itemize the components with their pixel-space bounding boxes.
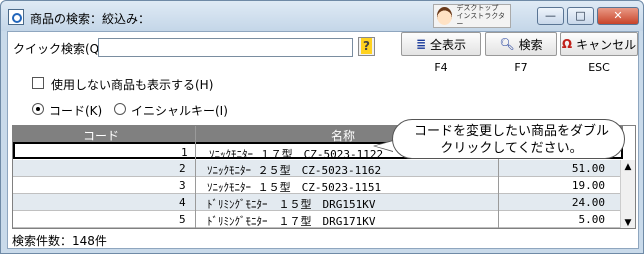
table-row[interactable]: 2 ｿﾆｯｸﾓﾆﾀｰ ２５型 CZ-5023-1162 51.00 [13,160,623,177]
badge-line-2: インストラクター [456,12,506,28]
vertical-scrollbar[interactable]: ▲ ▼ [620,160,635,228]
scroll-down-icon[interactable]: ▼ [621,216,635,228]
show-unused-checkbox[interactable] [32,77,44,89]
cancel-key: ESC [588,61,610,74]
cancel-icon: Ω [561,37,573,51]
list-icon: ≣ [415,37,427,51]
row-name: ﾄﾞﾘﾐﾝｸﾞﾓﾆﾀｰ １７型 DRG171KV [207,215,376,228]
instructor-badge: デスクトップ インストラクター [433,4,511,28]
window-title: 商品の検索：絞込み： [30,12,151,26]
quick-search-label: クイック検索(Q) [13,42,104,56]
table-row[interactable]: 4 ﾄﾞﾘﾐﾝｸﾞﾓﾆﾀｰ １５型 DRG151KV 24.00 [13,194,623,211]
row-code: 5 [179,213,186,226]
maximize-button[interactable]: □ [567,7,594,25]
row-value: 24.00 [571,196,605,209]
row-name: ｿﾆｯｸﾓﾆﾀｰ ２５型 CZ-5023-1162 [207,164,382,177]
row-code: 3 [179,179,186,192]
show-all-label: 全表示 [430,37,467,52]
radio-initial-label: イニシャルキー(I) [131,104,228,118]
row-value: 5.00 [578,213,606,226]
radio-code[interactable] [32,103,44,115]
search-button[interactable]: 🔍︎ 検索 [485,32,557,56]
row-code: 1 [181,146,188,159]
row-value: 19.00 [571,179,605,192]
show-unused-label: 使用しない商品も表示する(H) [51,78,214,92]
row-name: ﾄﾞﾘﾐﾝｸﾞﾓﾆﾀｰ １５型 DRG151KV [207,198,376,211]
badge-line-1: デスクトップ [456,4,499,12]
row-name: ｿﾆｯｸﾓﾆﾀｰ １５型 CZ-5023-1151 [207,181,382,194]
instruction-callout: コードを変更したい商品をダブルクリックしてください。 [392,119,625,159]
cancel-label: キャンセル [576,37,637,52]
table-row[interactable]: 5 ﾄﾞﾘﾐﾝｸﾞﾓﾆﾀｰ １７型 DRG171KV 5.00 [13,211,623,228]
radio-initial[interactable] [114,103,126,115]
show-all-button[interactable]: ≣ 全表示 [401,32,481,56]
search-label: 検索 [518,37,543,52]
row-value: 51.00 [571,162,605,175]
cancel-button[interactable]: Ω キャンセル [560,32,638,56]
instructor-face-icon [437,7,453,25]
title-bar[interactable]: 商品の検索：絞込み： デスクトップ インストラクター — □ ✕ [1,1,643,31]
search-key: F7 [514,61,528,74]
search-window-icon [8,9,24,25]
help-lookup-button[interactable] [358,37,375,56]
radio-code-label: コード(K) [49,104,103,118]
search-window: 商品の検索：絞込み： デスクトップ インストラクター — □ ✕ クイック検索(… [0,0,644,254]
minimize-button[interactable]: — [537,7,564,25]
magnifier-icon: 🔍︎ [499,37,515,51]
show-all-key: F4 [434,61,448,74]
result-count: 検索件数：148件 [12,234,107,248]
quick-search-input[interactable] [98,38,353,57]
column-divider [195,126,196,228]
scroll-up-icon[interactable]: ▲ [621,160,635,174]
row-code: 4 [179,196,186,209]
table-row[interactable]: 3 ｿﾆｯｸﾓﾆﾀｰ １５型 CZ-5023-1151 19.00 [13,177,623,194]
callout-pointer [373,140,393,152]
close-button[interactable]: ✕ [597,7,639,25]
row-code: 2 [179,162,186,175]
